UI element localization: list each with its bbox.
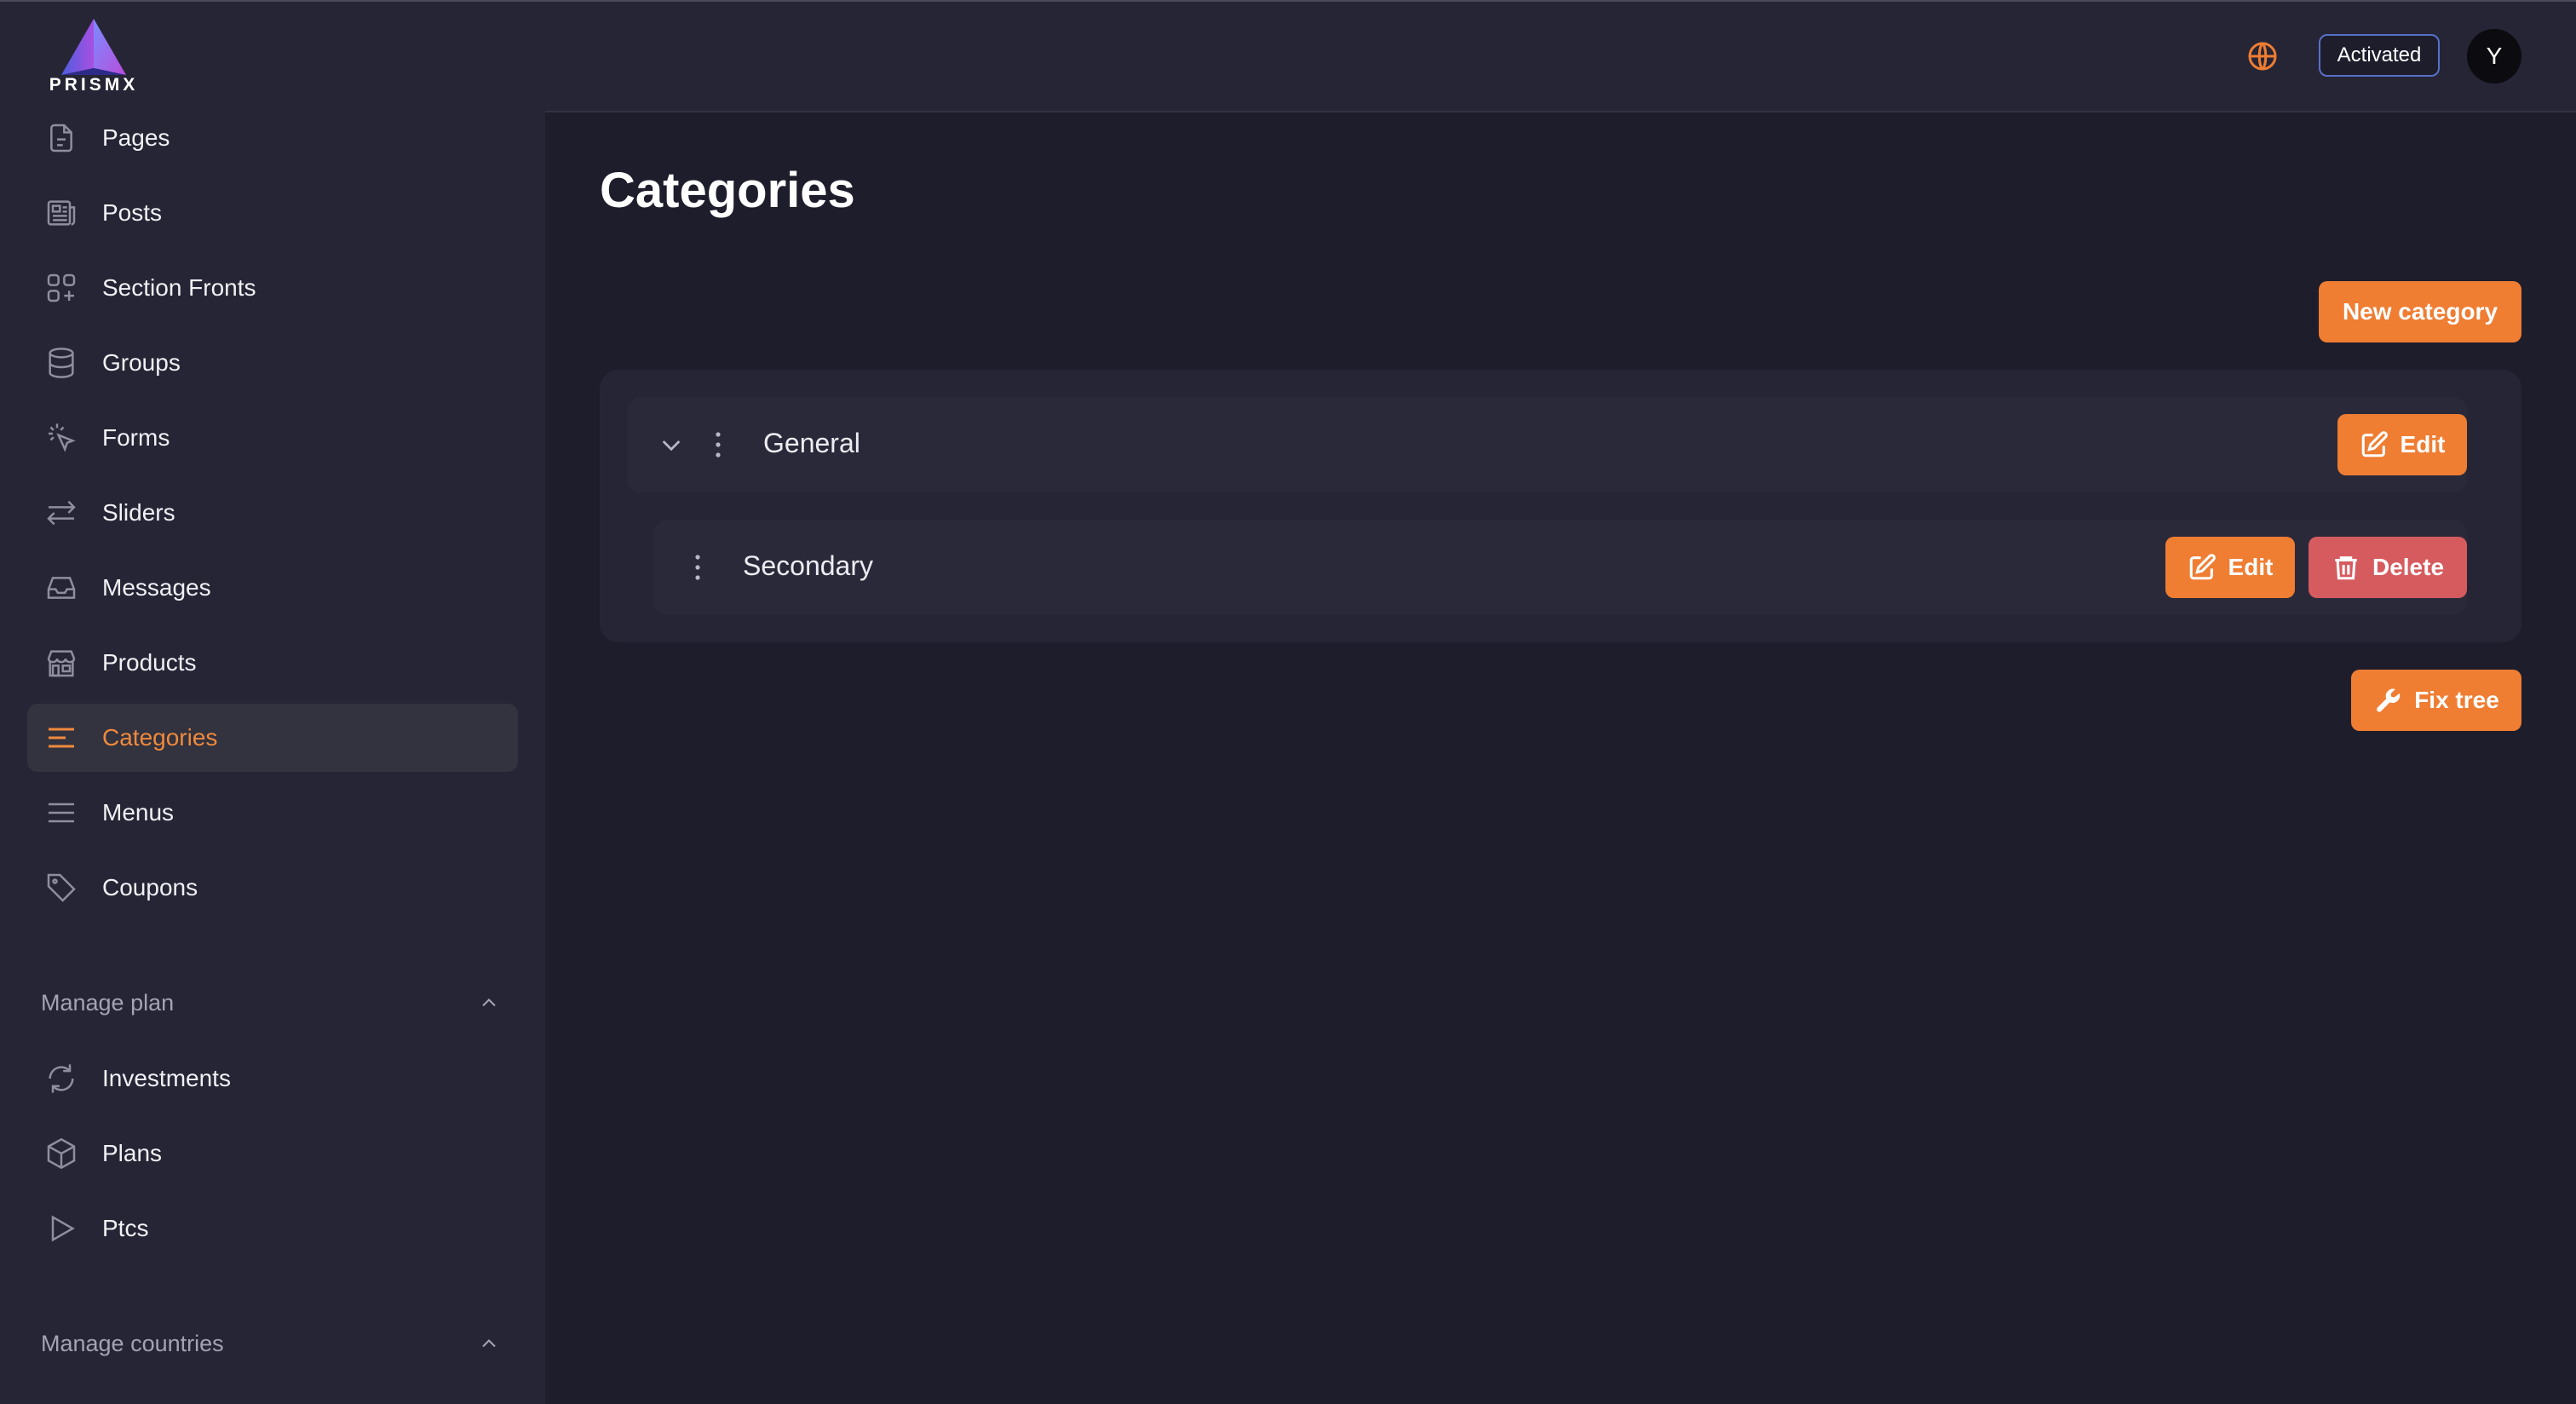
sidebar-item-label: Section Fronts <box>102 274 256 301</box>
globe-icon[interactable] <box>2245 39 2280 73</box>
sidebar-item-pages[interactable]: Pages <box>27 104 518 172</box>
cursor-click-icon <box>43 419 80 457</box>
sidebar-item-label: Coupons <box>102 874 198 901</box>
database-icon <box>43 344 80 382</box>
bars-icon <box>43 794 80 831</box>
delete-label: Delete <box>2372 554 2445 580</box>
new-category-button[interactable]: New category <box>2319 281 2521 342</box>
brand-name: PRISMX <box>49 75 139 95</box>
sidebar-item-coupons[interactable]: Coupons <box>27 854 518 922</box>
fix-tree-label: Fix tree <box>2414 687 2499 713</box>
sidebar-item-label: Ptcs <box>102 1215 149 1241</box>
section-title: Manage countries <box>41 1330 224 1356</box>
play-icon <box>43 1210 80 1247</box>
sidebar-item-label: Groups <box>102 349 181 376</box>
newspaper-icon <box>43 194 80 232</box>
sidebar-item-forms[interactable]: Forms <box>27 404 518 472</box>
sidebar-item-posts[interactable]: Posts <box>27 179 518 247</box>
page-title: Categories <box>600 163 855 218</box>
sidebar-item-section-fronts[interactable]: Section Fronts <box>27 254 518 322</box>
edit-label: Edit <box>2400 431 2446 457</box>
avatar[interactable]: Y <box>2467 29 2521 83</box>
squares-plus-icon <box>43 269 80 307</box>
sidebar-item-categories[interactable]: Categories <box>27 704 518 772</box>
sidebar-item-label: Plans <box>102 1140 163 1166</box>
document-icon <box>43 119 80 157</box>
manage-countries-section-toggle[interactable]: Manage countries <box>41 1322 501 1365</box>
sidebar: PRISMX Pages Posts Section Fronts Groups… <box>0 2 545 1404</box>
status-badge: Activated <box>2319 34 2440 77</box>
fix-tree-button[interactable]: Fix tree <box>2351 670 2521 731</box>
tree-item-general <box>627 397 2467 492</box>
pencil-square-icon <box>2189 554 2216 580</box>
chevron-up-icon <box>482 998 496 1007</box>
sidebar-item-label: Categories <box>102 724 218 751</box>
bars-left-icon <box>43 719 80 757</box>
sidebar-item-messages[interactable]: Messages <box>27 554 518 622</box>
sidebar-item-sliders[interactable]: Sliders <box>27 479 518 547</box>
trash-icon <box>2335 556 2357 580</box>
sidebar-item-label: Investments <box>102 1065 231 1091</box>
sidebar-item-menus[interactable]: Menus <box>27 779 518 847</box>
sidebar-item-plans[interactable]: Plans <box>27 1119 518 1188</box>
delete-button[interactable]: Delete <box>2309 537 2467 598</box>
arrows-right-left-icon <box>43 494 80 532</box>
tag-icon <box>43 869 80 906</box>
drag-handle-icon[interactable] <box>692 552 704 583</box>
edit-button[interactable]: Edit <box>2337 414 2467 475</box>
inbox-icon <box>43 569 80 607</box>
sidebar-item-investments[interactable]: Investments <box>27 1044 518 1113</box>
drag-handle-icon[interactable] <box>712 429 724 460</box>
wrench-icon <box>2377 688 2401 712</box>
sidebar-item-label: Sliders <box>102 499 175 526</box>
refresh-icon <box>43 1060 80 1097</box>
edit-button[interactable]: Edit <box>2165 537 2295 598</box>
sidebar-item-label: Pages <box>102 124 170 151</box>
sidebar-item-label: Forms <box>102 424 170 451</box>
pencil-square-icon <box>2361 431 2388 457</box>
section-title: Manage plan <box>41 989 175 1016</box>
manage-plan-section-toggle[interactable]: Manage plan <box>41 981 501 1024</box>
storefront-icon <box>43 644 80 682</box>
chevron-down-icon[interactable] <box>658 431 685 458</box>
edit-label: Edit <box>2228 554 2274 580</box>
cube-icon <box>43 1135 80 1172</box>
sidebar-item-label: Menus <box>102 799 175 826</box>
category-name: Secondary <box>743 550 873 581</box>
sidebar-item-ptcs[interactable]: Ptcs <box>27 1194 518 1263</box>
sidebar-item-products[interactable]: Products <box>27 629 518 697</box>
category-name: General <box>763 428 860 458</box>
sidebar-item-label: Messages <box>102 574 211 601</box>
sidebar-item-groups[interactable]: Groups <box>27 329 518 397</box>
sidebar-item-label: Products <box>102 649 197 676</box>
chevron-up-icon <box>482 1339 496 1348</box>
sidebar-item-label: Posts <box>102 199 163 226</box>
